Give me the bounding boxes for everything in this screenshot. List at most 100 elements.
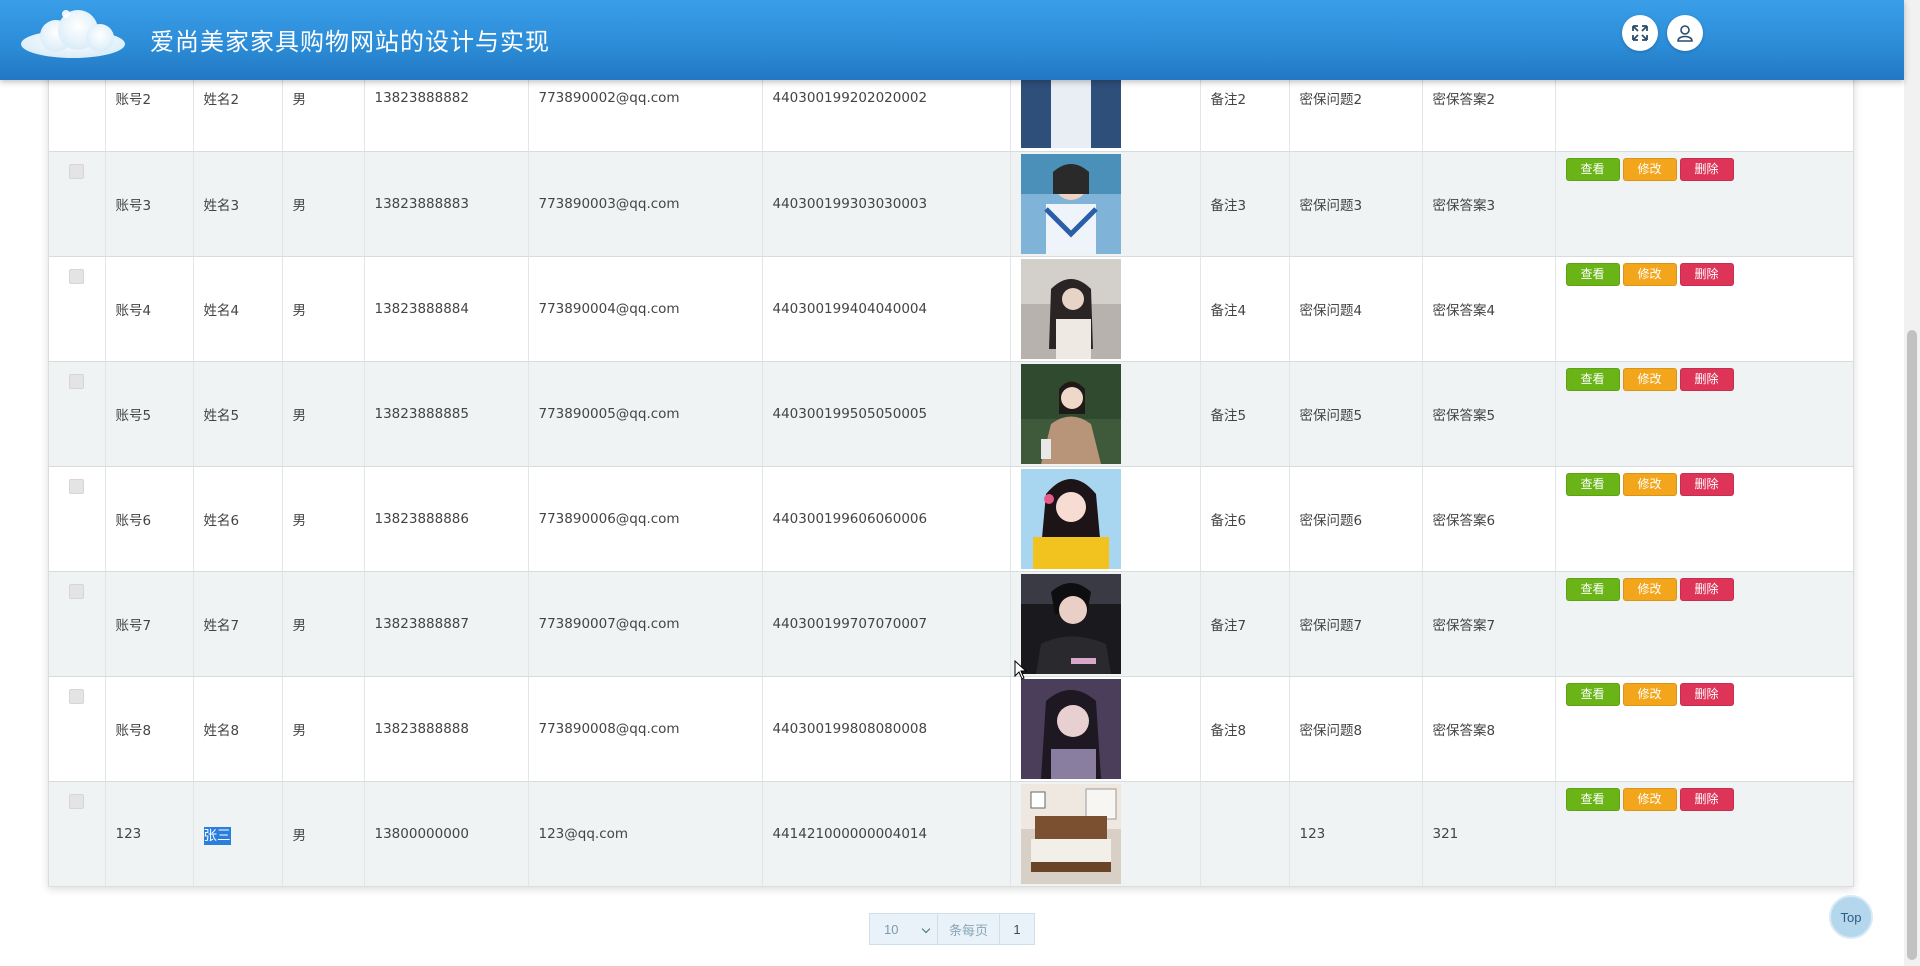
- photo-cell: [1010, 781, 1201, 886]
- edit-button[interactable]: 修改: [1622, 472, 1677, 496]
- account-cell: 账号4: [105, 256, 194, 362]
- delete-button[interactable]: 删除: [1679, 787, 1734, 811]
- delete-button[interactable]: 删除: [1679, 157, 1734, 181]
- expand-icon: [1632, 25, 1648, 41]
- view-button[interactable]: 查看: [1565, 682, 1620, 706]
- chevron-down-icon: [921, 924, 931, 934]
- page-size-value: 10: [884, 921, 899, 937]
- delete-button[interactable]: 删除: [1679, 367, 1734, 391]
- back-to-top-button[interactable]: Top: [1829, 895, 1873, 939]
- view-button[interactable]: 查看: [1565, 262, 1620, 286]
- page-number[interactable]: 1: [1000, 914, 1034, 944]
- data-table: 账号2 姓名2 男 13823888882 773890002@qq.com 440300…: [49, 46, 1853, 886]
- table-row: 123 张三 男 13800000000 123@qq.com 4414210000000…: [49, 781, 1853, 886]
- photo-girl-purple: [1020, 678, 1121, 779]
- account-cell: 账号3: [105, 151, 194, 257]
- actions-cell: 查看修改删除: [1555, 781, 1853, 886]
- view-button[interactable]: 查看: [1565, 787, 1620, 811]
- gender-cell: 男: [282, 676, 365, 782]
- security-question-cell: 密保问题6: [1289, 466, 1423, 572]
- gender-cell: 男: [282, 781, 365, 886]
- security-question-cell: 密保问题8: [1289, 676, 1423, 782]
- name-text: 姓名5: [203, 407, 240, 424]
- photo-girl-forest: [1020, 363, 1121, 464]
- view-button[interactable]: 查看: [1565, 577, 1620, 601]
- user-icon: [1677, 25, 1693, 42]
- view-button[interactable]: 查看: [1565, 157, 1620, 181]
- delete-button[interactable]: 删除: [1679, 577, 1734, 601]
- note-cell: 备注3: [1200, 151, 1290, 257]
- view-button[interactable]: 查看: [1565, 472, 1620, 496]
- photo-girl-dark: [1020, 573, 1121, 674]
- security-answer-cell: 密保答案8: [1422, 676, 1556, 782]
- note-cell: 备注7: [1200, 571, 1290, 677]
- name-text: 姓名8: [203, 722, 240, 739]
- row-checkbox[interactable]: [69, 373, 85, 389]
- account-cell: 账号7: [105, 571, 194, 677]
- edit-button[interactable]: 修改: [1622, 577, 1677, 601]
- table-row: 账号6 姓名6 男 13823888886 773890006@qq.com 440300…: [49, 466, 1853, 572]
- table-row: 账号5 姓名5 男 13823888885 773890005@qq.com 440300…: [49, 361, 1853, 467]
- delete-button[interactable]: 删除: [1679, 472, 1734, 496]
- note-cell: 备注6: [1200, 466, 1290, 572]
- per-page-label: 条每页: [938, 914, 1000, 944]
- photo-bed: [1020, 783, 1121, 884]
- user-button[interactable]: [1667, 15, 1703, 51]
- email-cell: 773890007@qq.com: [528, 571, 763, 677]
- phone-cell: 13823888883: [364, 151, 529, 257]
- security-answer-cell: 密保答案6: [1422, 466, 1556, 572]
- delete-button[interactable]: 删除: [1679, 262, 1734, 286]
- delete-button[interactable]: 删除: [1679, 682, 1734, 706]
- row-checkbox[interactable]: [69, 268, 85, 284]
- actions-cell: 查看修改删除: [1555, 676, 1853, 782]
- security-answer-cell: 密保答案3: [1422, 151, 1556, 257]
- id-card-cell: 440300199303030003: [762, 151, 1011, 257]
- photo-cell: [1010, 256, 1201, 362]
- id-card-cell: 440300199808080008: [762, 676, 1011, 782]
- security-question-cell: 123: [1289, 781, 1423, 886]
- row-checkbox[interactable]: [69, 583, 85, 599]
- gender-cell: 男: [282, 571, 365, 677]
- security-question-cell: 密保问题4: [1289, 256, 1423, 362]
- edit-button[interactable]: 修改: [1622, 682, 1677, 706]
- actions-cell: 查看修改删除: [1555, 151, 1853, 257]
- view-button[interactable]: 查看: [1565, 367, 1620, 391]
- page-size-select[interactable]: 10: [870, 914, 938, 944]
- row-checkbox-cell: [49, 676, 106, 782]
- edit-button[interactable]: 修改: [1622, 262, 1677, 286]
- table-row: 账号4 姓名4 男 13823888884 773890004@qq.com 440300…: [49, 256, 1853, 362]
- photo-girl-yellow: [1020, 468, 1121, 569]
- photo-cell: [1010, 571, 1201, 677]
- name-text: 姓名4: [203, 302, 240, 319]
- cloud-logo-icon: [21, 10, 125, 58]
- security-answer-cell: 321: [1422, 781, 1556, 886]
- actions-cell: 查看修改删除: [1555, 361, 1853, 467]
- edit-button[interactable]: 修改: [1622, 787, 1677, 811]
- id-card-cell: 440300199404040004: [762, 256, 1011, 362]
- phone-cell: 13823888885: [364, 361, 529, 467]
- id-card-cell: 440300199707070007: [762, 571, 1011, 677]
- row-checkbox-cell: [49, 781, 106, 886]
- phone-cell: 13823888887: [364, 571, 529, 677]
- row-checkbox[interactable]: [69, 478, 85, 494]
- row-checkbox[interactable]: [69, 793, 85, 809]
- photo-cell: [1010, 676, 1201, 782]
- row-checkbox-cell: [49, 151, 106, 257]
- edit-button[interactable]: 修改: [1622, 367, 1677, 391]
- row-checkbox-cell: [49, 466, 106, 572]
- fullscreen-button[interactable]: [1622, 15, 1658, 51]
- phone-cell: 13800000000: [364, 781, 529, 886]
- account-cell: 账号6: [105, 466, 194, 572]
- row-checkbox[interactable]: [69, 688, 85, 704]
- name-text: 姓名2: [203, 92, 240, 109]
- email-cell: 773890004@qq.com: [528, 256, 763, 362]
- name-cell: 张三: [193, 781, 283, 886]
- vertical-scrollbar[interactable]: [1904, 0, 1920, 966]
- security-question-cell: 密保问题5: [1289, 361, 1423, 467]
- row-checkbox[interactable]: [69, 163, 85, 179]
- scrollbar-thumb[interactable]: [1907, 330, 1917, 960]
- account-cell: 账号8: [105, 676, 194, 782]
- table-row: 账号8 姓名8 男 13823888888 773890008@qq.com 440300…: [49, 676, 1853, 782]
- email-cell: 773890006@qq.com: [528, 466, 763, 572]
- edit-button[interactable]: 修改: [1622, 157, 1677, 181]
